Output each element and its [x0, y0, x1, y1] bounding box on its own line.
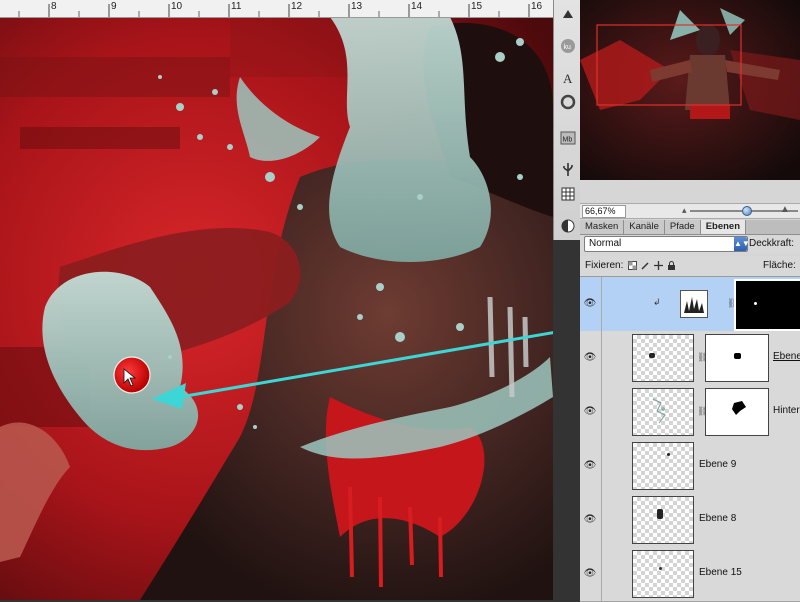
layer-name: Ebene 8: [699, 513, 737, 524]
ring-icon[interactable]: [558, 92, 577, 111]
column-separator: [601, 493, 602, 547]
grid-icon[interactable]: [558, 184, 577, 203]
tab-pfade[interactable]: Pfade: [664, 220, 701, 234]
lock-all-icon[interactable]: [667, 261, 676, 270]
right-panels: 66,67% ▴ ▲ Masken Kanäle Pfade Ebenen No…: [580, 0, 800, 602]
chevron-updown-icon[interactable]: ▲▼: [734, 237, 750, 251]
layer-name[interactable]: Ebene: [773, 351, 800, 362]
eye-icon[interactable]: 👁: [583, 297, 597, 311]
blend-mode-value: Normal: [589, 238, 622, 249]
blend-mode-select[interactable]: Normal ▲▼: [584, 236, 750, 252]
layer-row[interactable]: 👁 ⛓ Hinter: [580, 385, 800, 440]
ruler-tick: 15: [471, 1, 483, 12]
lock-label: Fixieren:: [585, 260, 624, 271]
svg-text:A: A: [563, 71, 573, 85]
blend-row: Normal ▲▼ Deckkraft:: [580, 235, 800, 253]
layer-name: Hinter: [773, 405, 800, 416]
ruler-tick: 16: [531, 1, 543, 12]
zoom-in-icon[interactable]: ▲: [780, 204, 790, 215]
adjustment-thumb[interactable]: [680, 290, 708, 318]
ruler-tick: 8: [51, 1, 57, 12]
ruler-tick: 12: [291, 1, 303, 12]
lock-move-icon[interactable]: [654, 261, 663, 270]
layers-list: 👁 ↲ ⛓ 👁 ⛓ Ebene �: [580, 277, 800, 602]
layer-thumb[interactable]: [632, 496, 694, 544]
navigator-zoom-bar: 66,67% ▴ ▲: [580, 203, 800, 219]
eye-icon[interactable]: 👁: [583, 513, 597, 527]
panel-dock-strip: ku A Mb: [553, 0, 582, 240]
character-icon[interactable]: A: [558, 68, 577, 87]
clip-arrow-icon: ↲: [653, 297, 661, 307]
layer-thumb[interactable]: [632, 442, 694, 490]
column-separator: [601, 385, 602, 439]
chain-link-icon[interactable]: ⛓: [697, 351, 708, 363]
layer-row[interactable]: 👁 Ebene 8: [580, 493, 800, 548]
opacity-label: Deckkraft:: [749, 238, 795, 249]
column-separator: [601, 547, 602, 601]
circle-half-icon[interactable]: [558, 216, 577, 235]
eye-icon[interactable]: 👁: [583, 351, 597, 365]
eye-icon[interactable]: 👁: [583, 459, 597, 473]
tab-masken[interactable]: Masken: [580, 220, 625, 234]
layer-mask-thumb[interactable]: [705, 388, 769, 436]
horizontal-ruler: 8 9 10 11 12 13 14 15 16: [0, 0, 553, 18]
ku-icon[interactable]: ku: [558, 36, 577, 55]
lock-transparency-icon[interactable]: [628, 261, 637, 270]
layer-mask-thumb[interactable]: [734, 279, 800, 331]
layer-thumb[interactable]: [632, 550, 694, 598]
layer-row[interactable]: 👁 ↲ ⛓: [580, 277, 800, 332]
column-separator: [601, 277, 602, 331]
svg-text:Mb: Mb: [562, 136, 572, 143]
layer-mask-thumb[interactable]: [705, 334, 769, 382]
usb-icon[interactable]: [558, 160, 577, 179]
lock-row: Fixieren: Fläche:: [580, 256, 800, 277]
layer-thumb[interactable]: [632, 388, 694, 436]
svg-text:ku: ku: [563, 44, 571, 51]
zoom-input[interactable]: 66,67%: [582, 205, 626, 218]
tab-ebenen[interactable]: Ebenen: [700, 220, 746, 234]
ruler-tick: 13: [351, 1, 363, 12]
eye-icon[interactable]: 👁: [583, 567, 597, 581]
artwork-image: [0, 17, 553, 600]
layer-row[interactable]: 👁 Ebene 15: [580, 547, 800, 602]
fill-label: Fläche:: [763, 260, 796, 271]
column-separator: [601, 439, 602, 493]
ruler-tick: 11: [231, 1, 242, 12]
mb-icon[interactable]: Mb: [558, 128, 577, 147]
chain-link-icon[interactable]: ⛓: [697, 405, 708, 417]
document-canvas[interactable]: 8 9 10 11 12 13 14 15 16: [0, 0, 553, 600]
layer-name: Ebene 9: [699, 459, 737, 470]
chain-link-icon[interactable]: ⛓: [727, 297, 738, 309]
eye-icon[interactable]: 👁: [583, 405, 597, 419]
ruler-tick: 14: [411, 1, 423, 12]
arrow-up-icon[interactable]: [558, 4, 577, 23]
column-separator: [601, 331, 602, 385]
layer-thumb[interactable]: [632, 334, 694, 382]
tab-kanaele[interactable]: Kanäle: [624, 220, 665, 234]
ruler-tick: 9: [111, 1, 117, 12]
layer-name: Ebene 15: [699, 567, 742, 578]
zoom-out-icon[interactable]: ▴: [682, 205, 687, 216]
navigator-preview[interactable]: [580, 0, 800, 180]
lock-brush-icon[interactable]: [641, 261, 650, 270]
layer-row[interactable]: 👁 Ebene 9: [580, 439, 800, 494]
panel-tabs: Masken Kanäle Pfade Ebenen: [580, 220, 800, 235]
zoom-slider-thumb[interactable]: [742, 206, 752, 216]
ruler-tick: 10: [171, 1, 183, 12]
layer-row[interactable]: 👁 ⛓ Ebene: [580, 331, 800, 386]
